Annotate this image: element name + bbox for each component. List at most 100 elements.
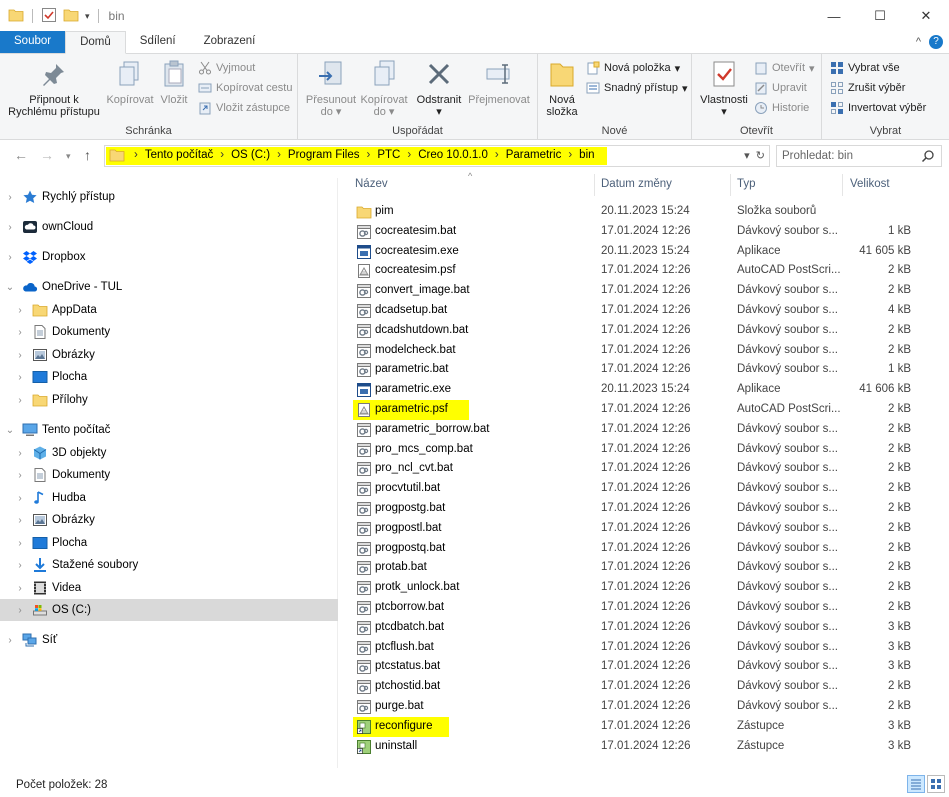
breadcrumb-separator-icon[interactable]: ›: [568, 149, 572, 161]
breadcrumb-item[interactable]: PTC: [377, 149, 400, 161]
chevron-right-icon[interactable]: ›: [14, 515, 26, 526]
chevron-right-icon[interactable]: ›: [14, 493, 26, 504]
breadcrumb-item[interactable]: Parametric: [506, 149, 562, 161]
file-row[interactable]: ptcdbatch.bat 17.01.2024 12:26 Dávkový sou…: [340, 618, 920, 638]
refresh-icon[interactable]: ↻: [756, 150, 765, 162]
nav-item[interactable]: › Hudba: [0, 487, 338, 509]
nav-item[interactable]: ⌄ OneDrive - TUL: [0, 276, 338, 298]
new-folder-button[interactable]: Nová složka: [542, 58, 582, 118]
file-row[interactable]: pro_ncl_cvt.bat 17.01.2024 12:26 Dávkový s…: [340, 459, 920, 479]
easy-access-button[interactable]: Snadný přístup ▾: [586, 79, 688, 97]
move-to-button[interactable]: Přesunout do ▾: [302, 58, 360, 118]
file-row[interactable]: ptchostid.bat 17.01.2024 12:26 Dávkový sou…: [340, 677, 920, 697]
rename-button[interactable]: Přejmenovat: [466, 58, 532, 106]
chevron-right-icon[interactable]: ›: [14, 327, 26, 338]
file-row[interactable]: dcadsetup.bat 17.01.2024 12:26 Dávkový sou…: [340, 301, 920, 321]
nav-item[interactable]: › ownCloud: [0, 216, 338, 238]
nav-item[interactable]: › 3D objekty: [0, 442, 338, 464]
maximize-button[interactable]: ☐: [857, 0, 903, 32]
invert-selection-button[interactable]: Invertovat výběr: [830, 99, 926, 117]
chevron-right-icon[interactable]: ›: [14, 372, 26, 383]
address-dropdown-icon[interactable]: ▾: [744, 150, 750, 162]
chevron-down-icon[interactable]: ⌄: [4, 282, 16, 293]
minimize-button[interactable]: —: [811, 0, 857, 32]
nav-item[interactable]: › Obrázky: [0, 509, 338, 531]
nav-item[interactable]: › Plocha: [0, 532, 338, 554]
file-row[interactable]: parametric.bat 17.01.2024 12:26 Dávkový so…: [340, 360, 920, 380]
new-item-button[interactable]: Nová položka ▾: [586, 59, 680, 77]
up-arrow-icon[interactable]: ↑: [84, 147, 91, 163]
column-separator[interactable]: [594, 174, 595, 196]
nav-item[interactable]: › Plocha: [0, 366, 338, 388]
chevron-right-icon[interactable]: ›: [14, 448, 26, 459]
chevron-right-icon[interactable]: ›: [14, 560, 26, 571]
edit-button[interactable]: Upravit: [754, 79, 807, 97]
column-name[interactable]: Název: [355, 178, 388, 190]
file-row[interactable]: cocreatesim.psf 17.01.2024 12:26 AutoCAD P…: [340, 261, 920, 281]
nav-item[interactable]: › Dokumenty: [0, 464, 338, 486]
chevron-right-icon[interactable]: ›: [14, 470, 26, 481]
close-button[interactable]: ✕: [903, 0, 949, 32]
file-row[interactable]: parametric_borrow.bat 17.01.2024 12:26 Dáv…: [340, 420, 920, 440]
properties-button[interactable]: Vlastnosti ▾: [696, 58, 752, 118]
nav-item[interactable]: › Rychlý přístup: [0, 186, 338, 208]
column-type[interactable]: Typ: [737, 178, 756, 190]
file-row[interactable]: modelcheck.bat 17.01.2024 12:26 Dávkový so…: [340, 341, 920, 361]
file-row[interactable]: progpostq.bat 17.01.2024 12:26 Dávkový sou…: [340, 539, 920, 559]
file-row[interactable]: progpostl.bat 17.01.2024 12:26 Dávkový sou…: [340, 519, 920, 539]
chevron-right-icon[interactable]: ›: [14, 395, 26, 406]
nav-item[interactable]: › Přílohy: [0, 389, 338, 411]
chevron-right-icon[interactable]: ›: [4, 252, 16, 263]
chevron-down-icon[interactable]: ⌄: [4, 425, 16, 436]
file-row[interactable]: pro_mcs_comp.bat 17.01.2024 12:26 Dávkový …: [340, 440, 920, 460]
column-date[interactable]: Datum změny: [601, 178, 672, 190]
tab-share[interactable]: Sdílení: [126, 31, 190, 53]
column-size[interactable]: Velikost: [850, 178, 890, 190]
paste-button[interactable]: Vložit: [156, 58, 192, 106]
history-button[interactable]: Historie: [754, 99, 809, 117]
file-row[interactable]: purge.bat 17.01.2024 12:26 Dávkový soubor …: [340, 697, 920, 717]
breadcrumb-separator-icon[interactable]: ›: [407, 149, 411, 161]
file-row[interactable]: reconfigure 17.01.2024 12:26 Zástupce 3 kB: [340, 716, 920, 737]
search-box[interactable]: Prohledat: bin: [776, 145, 942, 167]
breadcrumb-separator-icon[interactable]: ›: [220, 149, 224, 161]
file-row[interactable]: pim 20.11.2023 15:24 Složka souborů: [340, 202, 920, 222]
delete-button[interactable]: Odstranit ▾: [414, 58, 464, 118]
file-row[interactable]: convert_image.bat 17.01.2024 12:26 Dávkový…: [340, 281, 920, 301]
customize-qa-dropdown-icon[interactable]: ▾: [85, 11, 90, 22]
breadcrumb-item[interactable]: OS (C:): [231, 149, 270, 161]
file-row[interactable]: procvtutil.bat 17.01.2024 12:26 Dávkový so…: [340, 479, 920, 499]
nav-item[interactable]: ⌄ Tento počítač: [0, 419, 338, 441]
chevron-right-icon[interactable]: ›: [4, 222, 16, 233]
forward-arrow-icon[interactable]: →: [40, 147, 54, 163]
nav-item[interactable]: › Obrázky: [0, 344, 338, 366]
breadcrumb-separator-icon[interactable]: ›: [367, 149, 371, 161]
file-row[interactable]: dcadshutdown.bat 17.01.2024 12:26 Dávkový …: [340, 321, 920, 341]
open-button[interactable]: Otevřít ▾: [754, 59, 815, 77]
breadcrumb-separator-icon[interactable]: ›: [277, 149, 281, 161]
tab-file[interactable]: Soubor: [0, 31, 66, 53]
large-icons-view-icon[interactable]: [927, 775, 945, 793]
file-row[interactable]: ptcborrow.bat 17.01.2024 12:26 Dávkový sou…: [340, 598, 920, 618]
file-row[interactable]: progpostg.bat 17.01.2024 12:26 Dávkový sou…: [340, 499, 920, 519]
ribbon-collapse-icon[interactable]: ^: [916, 36, 921, 48]
file-row[interactable]: parametric.psf 17.01.2024 12:26 AutoCAD Po…: [340, 400, 920, 420]
back-arrow-icon[interactable]: ←: [14, 147, 28, 163]
file-row[interactable]: parametric.exe 20.11.2023 15:24 Aplikace 41…: [340, 380, 920, 400]
breadcrumb-separator-icon[interactable]: ›: [495, 149, 499, 161]
file-row[interactable]: protab.bat 17.01.2024 12:26 Dávkový soubor…: [340, 558, 920, 578]
select-none-button[interactable]: Zrušit výběr: [830, 79, 905, 97]
tab-view[interactable]: Zobrazení: [190, 31, 270, 53]
details-view-icon[interactable]: [907, 775, 925, 793]
nav-item[interactable]: › Dropbox: [0, 246, 338, 268]
file-row[interactable]: uninstall 17.01.2024 12:26 Zástupce 3 kB: [340, 737, 920, 757]
copy-path-button[interactable]: Kopírovat cestu: [198, 79, 292, 97]
column-separator[interactable]: [730, 174, 731, 196]
file-row[interactable]: ptcstatus.bat 17.01.2024 12:26 Dávkový sou…: [340, 657, 920, 677]
address-bar[interactable]: › Tento počítač › OS (C:) › Program File…: [104, 145, 770, 167]
nav-item[interactable]: › Dokumenty: [0, 321, 338, 343]
nav-item[interactable]: › Síť: [0, 629, 338, 651]
select-all-button[interactable]: Vybrat vše: [830, 59, 900, 77]
help-icon[interactable]: ?: [929, 35, 943, 49]
properties-check-icon[interactable]: [41, 7, 57, 26]
